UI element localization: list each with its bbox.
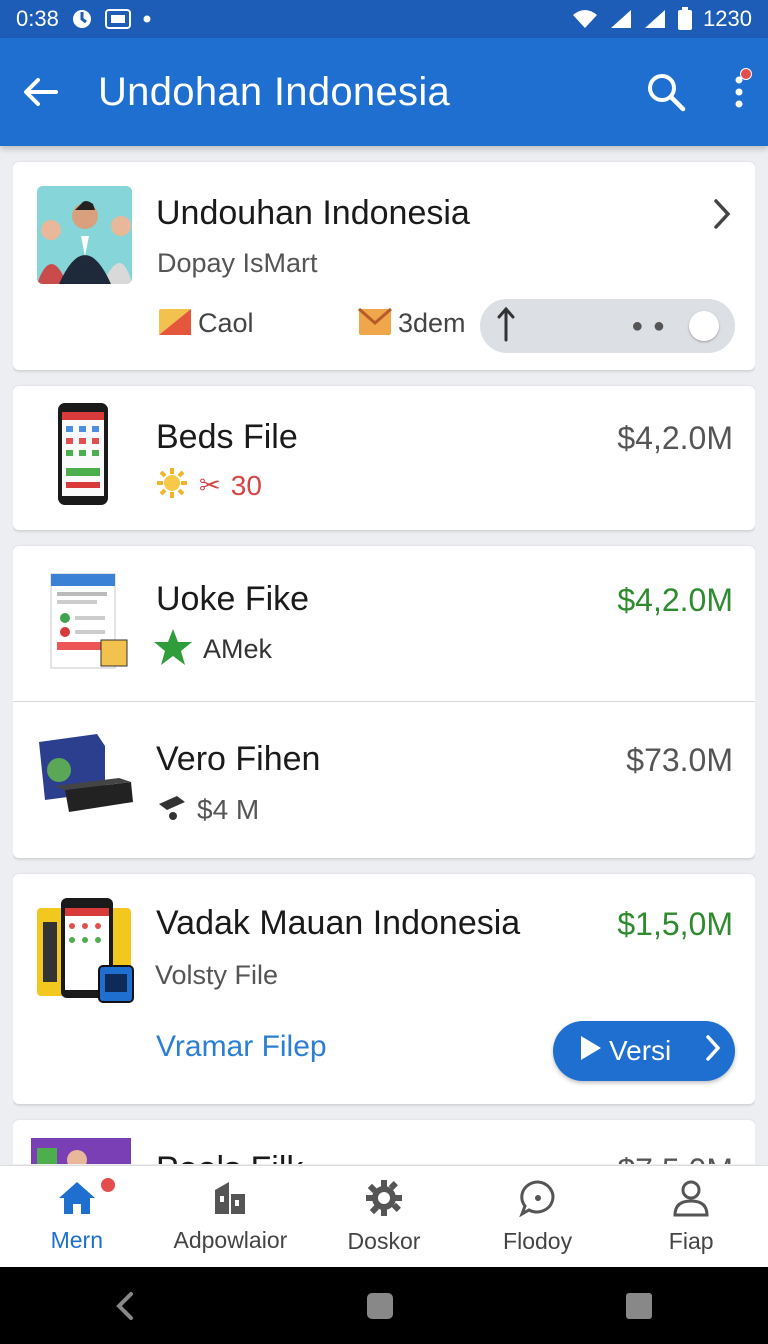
list-item[interactable]: Uoke Fike $4,2.0M AMek: [13, 546, 755, 702]
nav-item-adpowlaior[interactable]: Adpowlaior: [154, 1166, 308, 1267]
partial-thumbnail: [31, 1138, 131, 1164]
item-meta-value: AMek: [203, 634, 273, 664]
play-icon: [579, 1034, 603, 1069]
status-time: 0:38: [16, 6, 59, 31]
app-bar: Undohan Indonesia: [0, 38, 768, 146]
scissors-icon: ✂: [199, 470, 221, 500]
chevron-right-icon[interactable]: [713, 198, 731, 230]
chevron-right-icon: [705, 1034, 721, 1069]
dots-icon: ● ●: [631, 314, 667, 337]
page-title: Undohan Indonesia: [98, 69, 451, 114]
battery-icon: [677, 7, 693, 31]
signal-icon: [609, 8, 633, 30]
tag-caol[interactable]: Caol: [158, 306, 254, 341]
item-price: $4,2.0M: [617, 582, 733, 618]
item-price: $4,2.0M: [617, 420, 733, 456]
status-bar: 0:38 1230: [0, 0, 768, 38]
list-group: Uoke Fike $4,2.0M AMek Vero Fihen $73.0M: [13, 546, 755, 858]
item-subtitle: Dopay IsMart: [157, 248, 318, 278]
nav-label: Fiap: [668, 1227, 714, 1254]
thumbnail-image: [37, 186, 132, 284]
bottom-navigation: Mern Adpowlaior Doskor Flodoy Fiap: [0, 1165, 768, 1267]
item-price: $1,5,0M: [617, 906, 733, 942]
profile-icon: [672, 1179, 710, 1222]
item-subtitle: Volsty File: [155, 960, 279, 990]
tag-label: 3dem: [398, 308, 466, 338]
upload-arrow-icon: [496, 306, 516, 347]
app-notification-icon: [104, 9, 131, 29]
nav-item-fiap[interactable]: Fiap: [614, 1166, 768, 1267]
status-clock: 1230: [703, 6, 752, 31]
list-item[interactable]: Pools Filk $7.5.0M: [13, 1120, 755, 1164]
mail-icon: [358, 306, 392, 341]
system-home-icon[interactable]: [366, 1292, 394, 1320]
nav-item-flodoy[interactable]: Flodoy: [461, 1166, 615, 1267]
phone-thumbnail: [57, 402, 109, 511]
wifi-icon: [571, 8, 599, 30]
system-navigation-bar: [0, 1267, 768, 1344]
nav-label: Doskor: [347, 1227, 421, 1254]
content-list: Undouhan Indonesia Dopay IsMart Caol 3de…: [13, 160, 755, 1164]
item-meta: AMek: [153, 628, 272, 671]
list-item[interactable]: Vadak Mauan Indonesia $1,5,0M Volsty Fil…: [13, 874, 755, 1104]
list-item[interactable]: Undouhan Indonesia Dopay IsMart Caol 3de…: [13, 162, 755, 370]
item-price: $73.0M: [626, 742, 733, 778]
nav-label: Flodoy: [503, 1227, 573, 1254]
list-item[interactable]: Beds File $4,2.0M ✂ 30: [13, 386, 755, 530]
item-meta-value: $4 M: [197, 793, 260, 825]
building-icon: [211, 1180, 249, 1221]
sun-icon: [155, 466, 189, 505]
item-title: Vero Fihen: [156, 740, 321, 778]
item-price: $7.5.0M: [617, 1152, 733, 1164]
chat-icon: [518, 1179, 557, 1222]
item-title: Uoke Fike: [156, 580, 310, 618]
more-options-badge: [740, 68, 752, 80]
item-link[interactable]: Vramar Filep: [156, 1030, 327, 1064]
item-meta: $4 M: [157, 792, 259, 827]
system-back-icon[interactable]: [115, 1291, 135, 1321]
home-badge: [98, 1175, 117, 1194]
versi-button-label: Versi: [609, 1035, 672, 1066]
toggle-knob[interactable]: [689, 311, 719, 341]
nav-label: Adpowlaior: [173, 1226, 288, 1253]
more-options-icon[interactable]: [732, 68, 752, 110]
home-icon: [57, 1175, 117, 1221]
notification-icon: [71, 8, 93, 30]
list-item[interactable]: Vero Fihen $73.0M $4 M: [13, 702, 755, 858]
gear-icon: [365, 1179, 403, 1222]
graduation-cap-icon: [157, 792, 187, 827]
nav-item-mern[interactable]: Mern: [0, 1166, 154, 1267]
dot-icon: [143, 15, 151, 23]
upload-toggle[interactable]: ● ●: [480, 299, 735, 353]
envelope-icon: [158, 306, 192, 341]
app-bundle-thumbnail: [35, 896, 135, 1011]
item-title: Beds File: [156, 418, 298, 456]
star-icon: [153, 628, 193, 671]
back-arrow-icon[interactable]: [22, 76, 58, 108]
versi-button[interactable]: Versi: [553, 1021, 735, 1081]
item-title: Pools Filk: [156, 1150, 303, 1164]
tag-label: Caol: [198, 308, 254, 338]
item-meta-value: 30: [230, 469, 262, 501]
software-box-thumbnail: [49, 570, 129, 675]
search-icon[interactable]: [646, 72, 686, 112]
tag-3dem[interactable]: 3dem: [358, 306, 466, 341]
nav-label: Mern: [50, 1226, 103, 1253]
nav-item-doskor[interactable]: Doskor: [307, 1166, 461, 1267]
device-box-thumbnail: [35, 732, 135, 823]
item-meta: ✂ 30: [155, 466, 262, 505]
item-title: Vadak Mauan Indonesia: [156, 904, 521, 942]
signal-icon-2: [643, 8, 667, 30]
system-recents-icon[interactable]: [625, 1292, 653, 1320]
item-title: Undouhan Indonesia: [156, 194, 470, 232]
